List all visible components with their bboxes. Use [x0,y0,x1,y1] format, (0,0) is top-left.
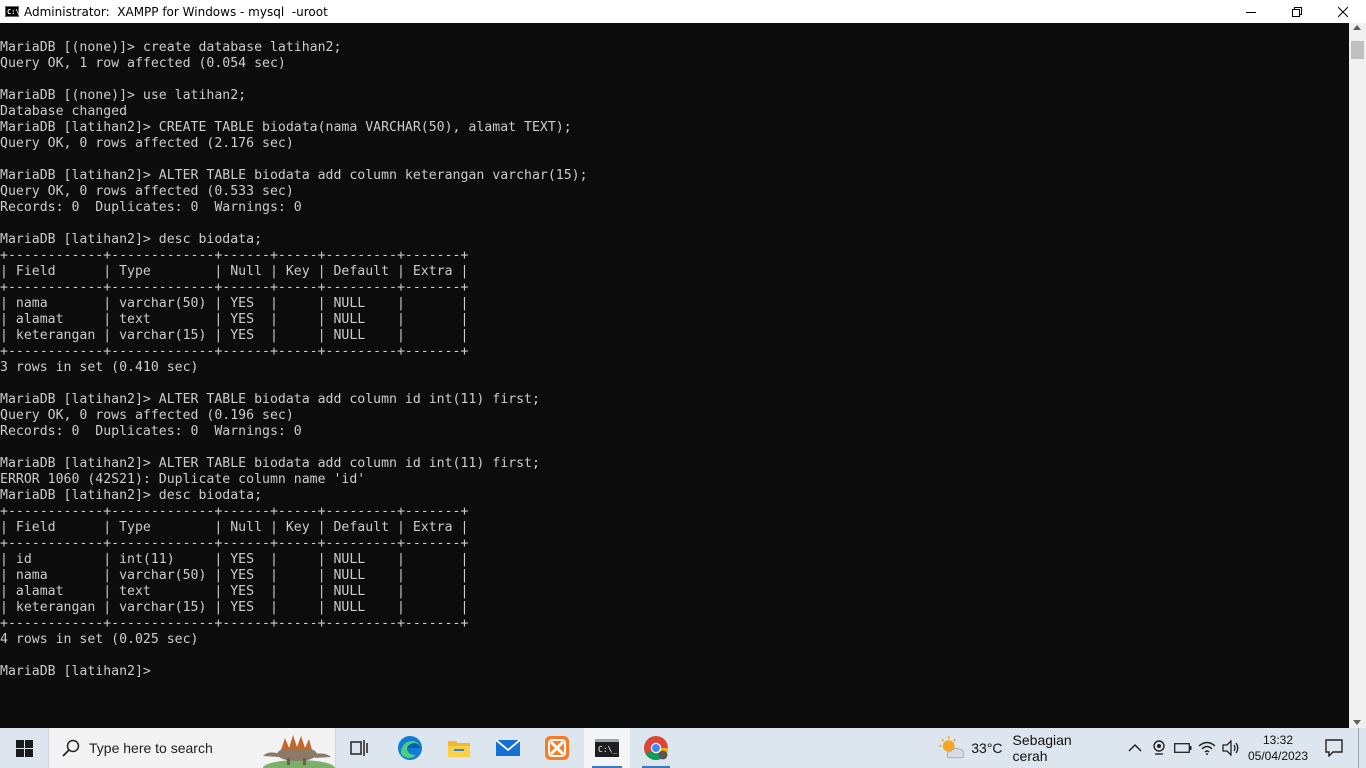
notification-icon [1325,739,1343,757]
console-icon: C:\ [5,6,20,17]
search-highlight-dinosaur-icon [263,735,335,768]
clock-time: 13:32 [1262,733,1294,747]
window-controls [1228,0,1366,23]
speaker-icon [1222,740,1239,756]
scroll-up-arrow-icon[interactable] [1353,25,1361,30]
tray-meet-now[interactable] [1148,728,1170,768]
taskbar-app-chrome[interactable] [634,728,678,768]
wifi-icon [1198,741,1216,755]
clock[interactable]: 13:32 05/04/2023 [1246,728,1310,768]
task-view-button[interactable] [338,728,382,768]
mail-icon [495,739,521,756]
terminal-icon: C:\_ [595,739,619,757]
edge-icon [398,736,422,760]
restore-icon [1292,6,1302,17]
taskbar-app-mail[interactable] [486,728,530,768]
taskbar-app-xampp[interactable] [535,728,579,768]
search-placeholder: Type here to search [89,740,213,756]
window-title: Administrator: XAMPP for Windows - mysql… [24,4,328,19]
xampp-icon [545,736,569,760]
taskbar-app-file-explorer[interactable] [437,728,481,768]
scroll-down-arrow-icon[interactable] [1353,720,1361,725]
taskbar: Type here to search C:\_ 33°C Sebagian c… [0,728,1366,768]
notification-center-button[interactable] [1316,728,1352,768]
weather-condition: Sebagian cerah [1012,732,1072,764]
tray-network[interactable] [1196,728,1218,768]
task-view-icon [350,740,368,756]
chevron-up-icon [1128,743,1142,752]
show-hidden-icons-button[interactable] [1124,728,1146,768]
tray-battery[interactable] [1172,728,1194,768]
minimize-icon [1246,11,1256,13]
minimize-button[interactable] [1228,0,1274,23]
file-explorer-icon [448,741,470,757]
close-button[interactable] [1320,0,1366,23]
restore-button[interactable] [1274,0,1320,23]
webcam-icon [1153,740,1165,755]
terminal-output[interactable]: MariaDB [(none)]> create database latiha… [0,23,1349,728]
battery-icon [1174,743,1192,753]
search-icon [62,739,80,757]
close-icon [1338,6,1348,17]
partly-sunny-icon [938,736,964,759]
vertical-scrollbar[interactable] [1349,23,1366,728]
windows-logo-icon [15,739,33,757]
start-button[interactable] [0,728,48,768]
show-desktop-button[interactable] [1358,728,1366,768]
tray-volume[interactable] [1220,728,1242,768]
terminal-text: MariaDB [(none)]> create database latiha… [0,40,588,679]
taskbar-app-edge[interactable] [388,728,432,768]
taskbar-search-box[interactable]: Type here to search [48,728,336,768]
svg-text:C:\_: C:\_ [598,745,617,754]
scroll-thumb[interactable] [1351,41,1364,59]
title-bar: C:\ Administrator: XAMPP for Windows - m… [0,0,1366,23]
weather-widget[interactable]: 33°C Sebagian cerah [938,728,1108,768]
weather-temperature: 33°C [971,740,1003,756]
taskbar-app-terminal-active[interactable]: C:\_ [584,728,630,768]
chrome-icon [644,736,668,761]
clock-date: 05/04/2023 [1247,749,1309,763]
